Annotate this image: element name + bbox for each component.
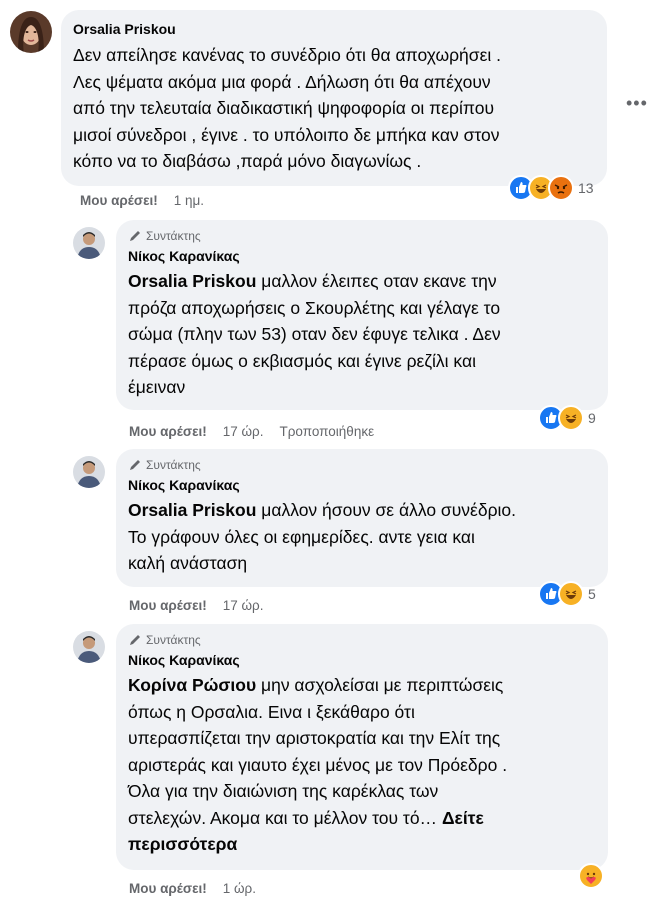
pencil-icon	[130, 231, 140, 241]
reaction-count: 9	[588, 410, 596, 426]
author-badge: Συντάκτης	[128, 228, 596, 244]
avatar[interactable]	[73, 631, 105, 663]
comment-text: Κορίνα Ρώσιου μην ασχολείσαι με περιπτώσ…	[128, 672, 596, 858]
pencil-icon	[130, 460, 140, 470]
see-more-link[interactable]: Δείτε	[442, 808, 484, 828]
comment-author[interactable]: Νίκος Καρανίκας	[128, 651, 596, 669]
timestamp[interactable]: 17 ώρ.	[223, 423, 264, 441]
avatar[interactable]	[10, 11, 52, 53]
like-button[interactable]: Μου αρέσει!	[80, 192, 158, 210]
comment-author[interactable]: Orsalia Priskou	[73, 20, 595, 38]
comment-actions: Μου αρέσει! 1 ώρ.	[129, 880, 256, 898]
edited-label: Τροποποιήθηκε	[279, 424, 375, 439]
comment-bubble: Orsalia Priskou Δεν απείλησε κανένας το …	[61, 10, 607, 186]
comment-text: Δεν απείλησε κανένας το συνέδριο ότι θα …	[73, 45, 502, 171]
reaction-summary[interactable]	[578, 863, 604, 889]
comment-author[interactable]: Νίκος Καρανίκας	[128, 247, 596, 265]
reaction-summary[interactable]: 5	[538, 581, 596, 607]
comment-author[interactable]: Νίκος Καρανίκας	[128, 476, 596, 494]
comment-bubble: Συντάκτης Νίκος Καρανίκας Κορίνα Ρώσιου …	[116, 624, 608, 870]
reaction-summary[interactable]: 13	[508, 175, 594, 201]
comment-text: Orsalia Priskou μαλλον έλειπες οταν εκαν…	[128, 271, 501, 397]
comment-bubble: Συντάκτης Νίκος Καρανίκας Orsalia Prisko…	[116, 449, 608, 587]
mention-link[interactable]: Orsalia Priskou	[128, 500, 256, 520]
more-options-icon[interactable]: •••	[626, 93, 648, 114]
mention-link[interactable]: Orsalia Priskou	[128, 271, 256, 291]
timestamp[interactable]: 1 ώρ.	[223, 880, 256, 898]
author-badge: Συντάκτης	[128, 632, 596, 648]
author-badge: Συντάκτης	[128, 457, 596, 473]
reaction-count: 5	[588, 586, 596, 602]
care-icon	[578, 863, 604, 889]
avatar[interactable]	[73, 227, 105, 259]
pencil-icon	[130, 635, 140, 645]
comment-actions: Μου αρέσει! 1 ημ.	[80, 192, 204, 210]
haha-icon	[558, 405, 584, 431]
mention-link[interactable]: Κορίνα Ρώσιου	[128, 675, 256, 695]
reaction-summary[interactable]: 9	[538, 405, 596, 431]
reaction-count: 13	[578, 180, 594, 196]
angry-icon	[548, 175, 574, 201]
like-button[interactable]: Μου αρέσει!	[129, 597, 207, 615]
haha-icon	[558, 581, 584, 607]
avatar[interactable]	[73, 456, 105, 488]
comment-text: Orsalia Priskou μαλλον ήσουν σε άλλο συν…	[128, 500, 517, 573]
timestamp[interactable]: 17 ώρ.	[223, 597, 264, 615]
see-more-link[interactable]: περισσότερα	[128, 831, 596, 858]
timestamp[interactable]: 1 ημ.	[174, 192, 204, 210]
comment-actions: Μου αρέσει! 17 ώρ. Τροποποιήθηκε	[129, 423, 374, 441]
comment-actions: Μου αρέσει! 17 ώρ.	[129, 597, 263, 615]
like-button[interactable]: Μου αρέσει!	[129, 423, 207, 441]
like-button[interactable]: Μου αρέσει!	[129, 880, 207, 898]
comment-bubble: Συντάκτης Νίκος Καρανίκας Orsalia Prisko…	[116, 220, 608, 410]
